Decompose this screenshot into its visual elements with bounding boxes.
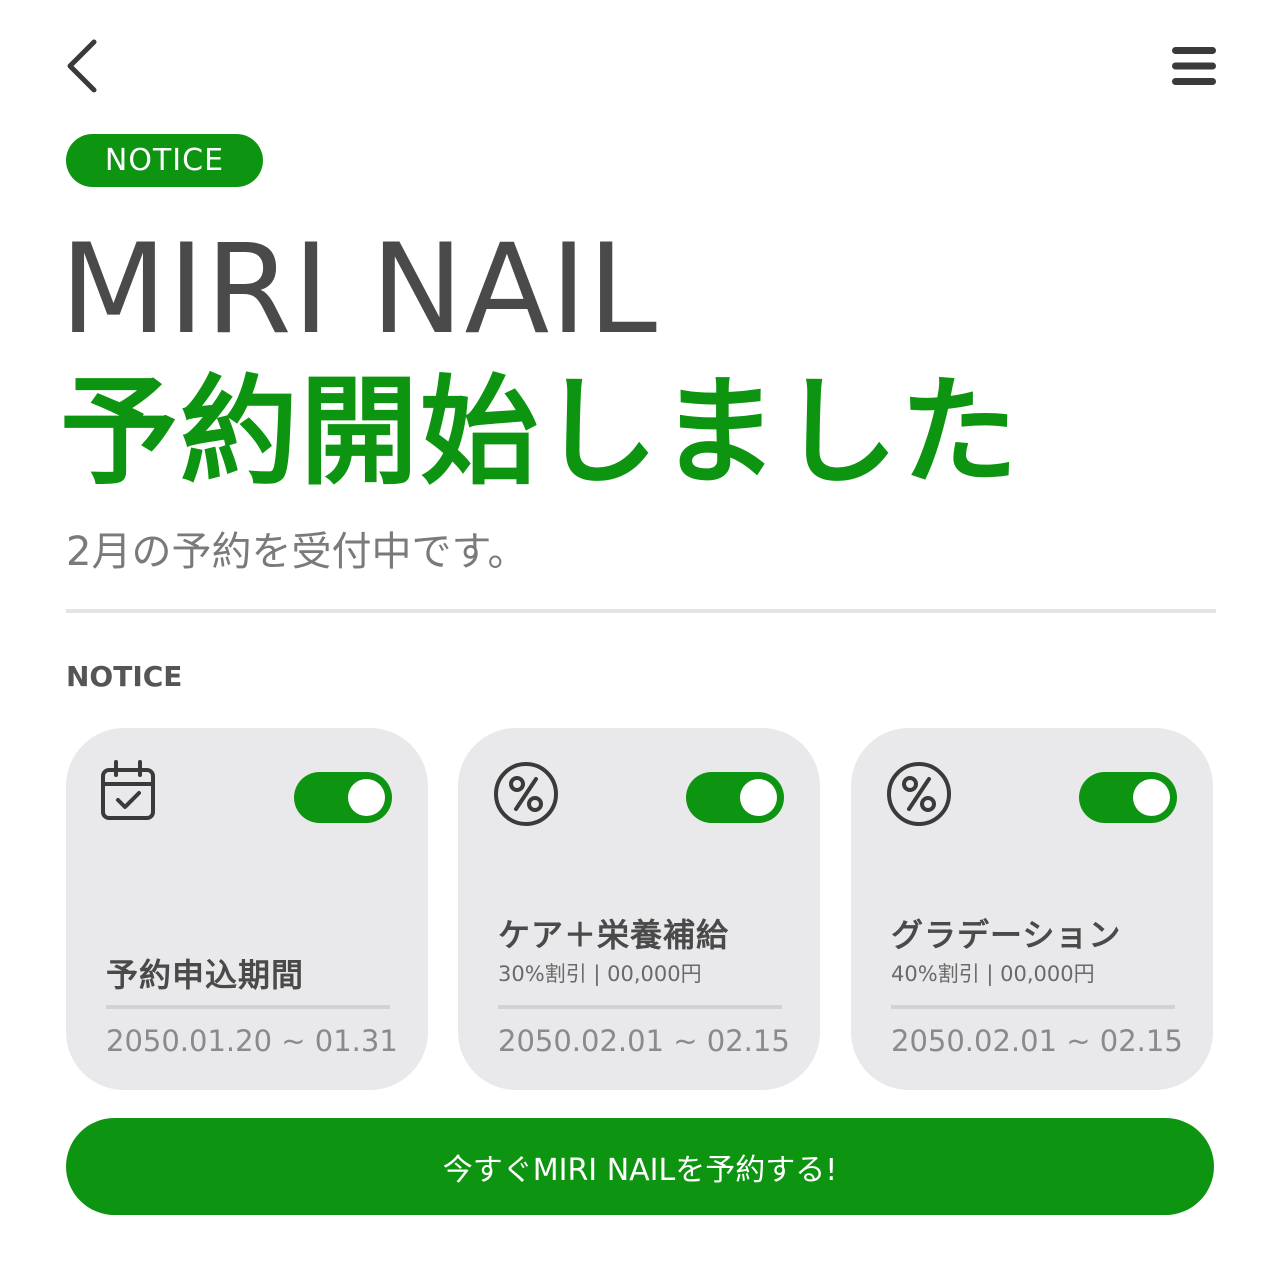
notice-card-care-nutrition: ケア＋栄養補給 30%割引 | 00,000円 2050.02.01 ~ 02.… — [458, 728, 820, 1090]
back-button[interactable] — [52, 34, 112, 98]
toggle-switch[interactable] — [1079, 772, 1177, 823]
menu-button[interactable] — [1166, 40, 1222, 92]
divider — [66, 609, 1216, 613]
headline: 予約開始しました — [60, 363, 1021, 501]
card-title: 予約申込期間 — [106, 956, 305, 994]
subtitle: 2月の予約を受付中です。 — [66, 529, 528, 575]
card-date: 2050.01.20 ~ 01.31 — [106, 1024, 398, 1058]
toggle-switch[interactable] — [686, 772, 784, 823]
toggle-knob — [1133, 779, 1170, 816]
notice-card-gradation: グラデーション 40%割引 | 00,000円 2050.02.01 ~ 02.… — [851, 728, 1213, 1090]
card-price: 40%割引 | 00,000円 — [891, 962, 1095, 986]
card-title: ケア＋栄養補給 — [498, 916, 730, 954]
calendar-check-icon — [101, 760, 155, 820]
toggle-knob — [740, 779, 777, 816]
card-price: 30%割引 | 00,000円 — [498, 962, 702, 986]
notice-page: NOTICE MIRI NAIL 予約開始しました 2月の予約を受付中です。 N… — [0, 0, 1280, 1280]
brand-title: MIRI NAIL — [60, 218, 658, 362]
section-label: NOTICE — [66, 660, 183, 693]
toggle-switch[interactable] — [294, 772, 392, 823]
card-date: 2050.02.01 ~ 02.15 — [891, 1024, 1183, 1058]
notice-badge: NOTICE — [66, 134, 263, 187]
card-divider — [891, 1005, 1175, 1009]
card-divider — [106, 1005, 390, 1009]
toggle-knob — [348, 779, 385, 816]
notice-card-booking-period: 予約申込期間 2050.01.20 ~ 01.31 — [66, 728, 428, 1090]
chevron-left-icon — [67, 39, 97, 93]
percent-icon — [887, 762, 951, 826]
hamburger-menu-icon — [1172, 47, 1216, 85]
card-divider — [498, 1005, 782, 1009]
percent-icon — [494, 762, 558, 826]
book-now-button[interactable]: 今すぐMIRI NAILを予約する! — [66, 1118, 1214, 1215]
card-date: 2050.02.01 ~ 02.15 — [498, 1024, 790, 1058]
card-title: グラデーション — [891, 916, 1122, 954]
